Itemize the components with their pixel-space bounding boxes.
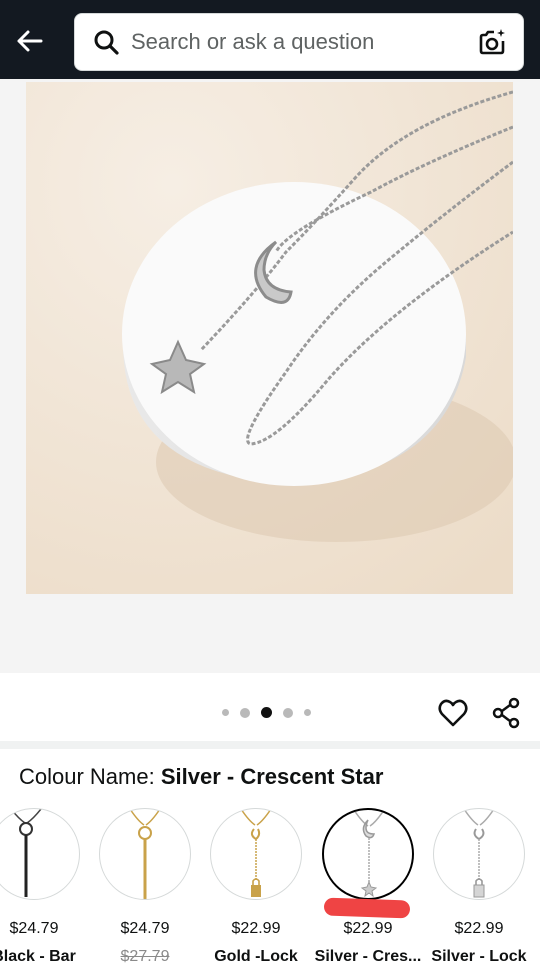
camera-search-icon[interactable] [475, 25, 509, 59]
search-box[interactable] [74, 13, 524, 71]
swatch-name: Silver - Lock [431, 948, 527, 965]
swatch-gold-bar[interactable]: $24.79 $27.79 [89, 800, 201, 980]
product-gallery [0, 79, 540, 673]
heart-icon [438, 699, 468, 727]
colour-name-label: Colour Name: [19, 764, 155, 789]
wishlist-button[interactable] [437, 697, 469, 729]
swatch-image [0, 808, 80, 900]
colour-name-value: Silver - Crescent Star [160, 764, 384, 789]
swatch-image [210, 808, 302, 900]
necklace-photo [26, 82, 513, 594]
pager-dot-active[interactable] [261, 707, 272, 718]
swatch-name: Gold -Lock [214, 948, 298, 965]
swatch-name: Silver - Cres... [314, 948, 422, 965]
pager-dot[interactable] [304, 709, 311, 716]
swatch-gold-lock[interactable]: $22.99 Gold -Lock [200, 800, 312, 980]
swatch-silver-lock[interactable]: $22.99 Silver - Lock [423, 800, 535, 980]
product-image[interactable] [26, 82, 513, 594]
pager-dot[interactable] [222, 709, 229, 716]
pager-dot[interactable] [283, 707, 293, 718]
pager-dot[interactable] [240, 707, 250, 718]
share-icon [492, 697, 520, 729]
swatch-price: $24.79 [9, 920, 59, 937]
top-bar [0, 0, 540, 79]
search-input[interactable] [131, 29, 475, 55]
annotation-mark [323, 897, 411, 919]
arrow-left-icon [17, 30, 43, 52]
gallery-controls [0, 673, 540, 741]
swatch-image [433, 808, 525, 900]
share-button[interactable] [491, 697, 521, 729]
swatch-image [99, 808, 191, 900]
colour-swatches: $24.79 Black - Bar $24.79 $27.79 $22.99 … [0, 800, 540, 980]
swatch-price: $22.99 [231, 920, 281, 937]
image-pager[interactable] [222, 707, 311, 718]
swatch-silver-crescent-star[interactable]: $22.99 Silver - Cres... [312, 800, 424, 980]
swatch-name: Black - Bar [0, 948, 76, 965]
swatch-price: $24.79 [120, 920, 170, 937]
swatch-black-bar[interactable]: $24.79 Black - Bar [0, 800, 90, 980]
swatch-list-price: $27.79 [120, 948, 170, 965]
swatch-price: $22.99 [343, 920, 393, 937]
search-icon [91, 27, 121, 57]
swatch-image-selected [322, 808, 414, 900]
colour-name: Colour Name: Silver - Crescent Star [19, 764, 383, 790]
swatch-price: $22.99 [454, 920, 504, 937]
back-button[interactable] [10, 22, 48, 60]
section-divider [0, 741, 540, 749]
